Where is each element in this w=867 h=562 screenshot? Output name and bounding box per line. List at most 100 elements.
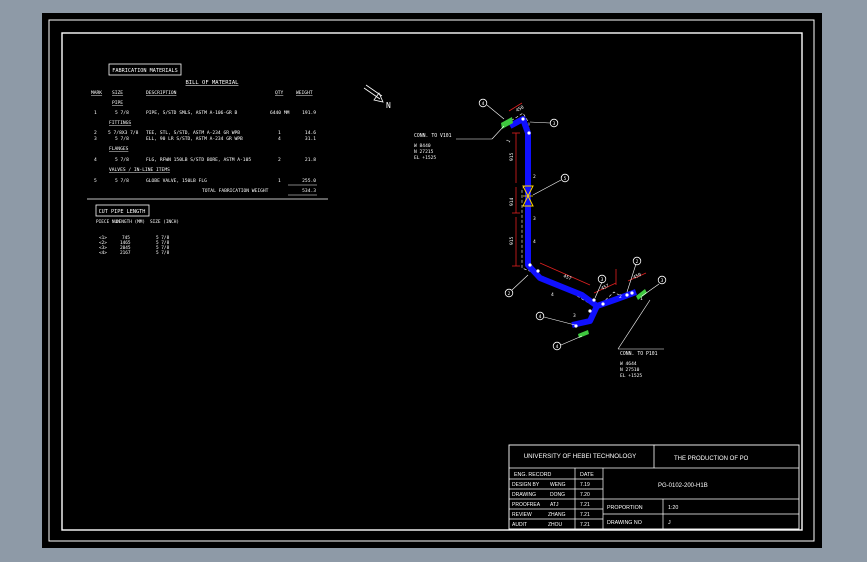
tb-row-label: AUDIT — [512, 522, 527, 528]
balloon-label: 4 — [482, 101, 485, 107]
bom-mark: 5 — [94, 178, 97, 184]
piece-mark: 4 — [533, 239, 536, 245]
tb-row-date: 7.21 — [580, 522, 590, 528]
dim-label: 914 — [509, 197, 515, 206]
bom-weight: 21.8 — [305, 157, 316, 163]
tb-row-label: REVIEW — [512, 512, 532, 518]
balloon-label: 3 — [553, 121, 556, 127]
drawing-id: PG-0102-200-H1B — [658, 483, 708, 489]
bom-mark: 3 — [94, 136, 97, 142]
cut-length: 2167 — [120, 250, 131, 256]
weld-point — [521, 117, 525, 121]
bom-qty: 2 — [278, 157, 281, 163]
balloon-label: 4 — [539, 314, 542, 320]
dim-label: 915 — [509, 152, 515, 161]
university-label: UNIVERSITY OF HEBEI TECHNOLOGY — [524, 453, 637, 460]
bom-total-label: TOTAL FABRICATION WEIGHT — [202, 188, 269, 194]
balloon-label: 5 — [564, 176, 567, 182]
piece-mark: 1 — [506, 138, 513, 144]
dim-label: 450 — [632, 272, 642, 281]
connection-note-lower: CONN. TO P101 W 4644 N 27510 EL +1525 — [617, 299, 664, 379]
cad-viewport[interactable]: FABRICATION MATERIALS BILL OF MATERIAL M… — [42, 13, 822, 548]
conn-upper-title: CONN. TO V101 — [414, 133, 452, 139]
conn-upper-line: N 27215 — [414, 149, 434, 155]
weld-point — [625, 293, 629, 297]
bom-weight: 255.0 — [302, 178, 316, 184]
cut-head-length: LENGTH (MM) — [116, 219, 145, 225]
bom-weight: 191.9 — [302, 110, 316, 116]
dim-label: 915 — [509, 236, 515, 245]
bom-mark: 4 — [94, 157, 97, 163]
balloon-label: 3 — [601, 277, 604, 283]
piece-mark: 3 — [573, 313, 576, 319]
dim-label: 450 — [515, 104, 525, 113]
dim-label: 457 — [562, 273, 572, 282]
tb-row-label: PROOFREA — [512, 502, 541, 508]
bom-title: BILL OF MATERIAL — [186, 80, 240, 86]
bom-head-mark: MARK — [91, 90, 102, 96]
piece-mark: 3 — [533, 216, 536, 222]
tb-row-label: DRAWING — [512, 492, 536, 498]
bom-qty: 4 — [278, 136, 281, 142]
conn-lower-line: N 27510 — [620, 367, 640, 373]
cut-piece: <4> — [99, 250, 107, 256]
drawing-no-label: DRAWING NO — [607, 520, 642, 526]
bom-section-label: PIPE — [112, 100, 123, 106]
piece-mark: 2 — [533, 174, 536, 180]
tb-row-name: WENG — [550, 482, 566, 488]
connection-note-upper: CONN. TO V101 W 8440 N 27215 EL +1525 — [414, 125, 505, 161]
conn-lower-line: W 4644 — [620, 361, 637, 367]
drawing-no-value: J — [668, 520, 671, 526]
cut-head-size: SIZE (INCH) — [150, 219, 179, 225]
cut-pipe-length-table: CUT PIPE LENGTH PIECE NUM LENGTH (MM) SI… — [95, 204, 179, 256]
balloon-callouts: 4 3 5 2 3 2 3 4 4 — [478, 98, 667, 351]
bom-size: 5 7/8 — [115, 157, 129, 163]
bom-size: 5 7/8 — [115, 136, 129, 142]
bom-size: 5 7/8X3 7/8 — [108, 130, 139, 136]
bom-head-weight: WEIGHT — [296, 90, 313, 96]
proportion-value: 1:20 — [668, 505, 678, 511]
tb-row-date: 7.21 — [580, 502, 590, 508]
bom-weight: 14.6 — [305, 130, 316, 136]
bill-of-material: FABRICATION MATERIALS BILL OF MATERIAL M… — [87, 63, 328, 200]
tb-row-name: ATJ — [550, 502, 559, 508]
dim-label: 457 — [600, 283, 610, 292]
bom-desc: TEE, STL, S/STD, ASTM A-234 GR WPB — [146, 130, 240, 136]
balloon-label: 2 — [508, 291, 511, 297]
bom-mark: 2 — [94, 130, 97, 136]
bom-section-label: FLANGES — [109, 146, 129, 152]
tb-row-date: 7.20 — [580, 492, 590, 498]
weld-point — [527, 131, 531, 135]
bom-size: 5 7/8 — [115, 178, 129, 184]
bom-total-value: 534.3 — [302, 188, 316, 194]
north-arrow: N — [363, 84, 391, 110]
bom-section-label: FITTINGS — [109, 120, 131, 126]
cut-badge: CUT PIPE LENGTH — [99, 209, 146, 215]
piece-mark: 1 — [640, 296, 643, 302]
piece-mark: 4 — [551, 292, 554, 298]
balloon-label: 4 — [556, 344, 559, 350]
conn-lower-title: CONN. TO P101 — [620, 351, 658, 357]
conn-upper-line: W 8440 — [414, 143, 431, 149]
production-label: THE PRODUCTION OF PO — [674, 456, 749, 462]
weld-point — [588, 309, 592, 313]
drawing-sheet: FABRICATION MATERIALS BILL OF MATERIAL M… — [48, 19, 815, 542]
tb-row-label: DESIGN BY — [512, 482, 540, 488]
bom-head-desc: DESCRIPTION — [146, 90, 177, 96]
weld-point — [592, 298, 596, 302]
bom-weight: 31.1 — [305, 136, 316, 142]
proportion-label: PROPORTION — [607, 505, 643, 511]
north-label: N — [386, 101, 391, 110]
weld-point — [528, 263, 532, 267]
bom-qty: 6440 MM — [270, 110, 290, 116]
tb-row-name: ZHOU — [548, 522, 563, 528]
tb-row-date: 7.19 — [580, 482, 590, 488]
tb-col-record: ENG. RECORD — [514, 472, 552, 478]
conn-upper-line: EL +1525 — [414, 155, 436, 161]
bom-qty: 1 — [278, 130, 281, 136]
bom-desc: GLOBE VALVE, 150LB FLG — [146, 178, 207, 184]
bom-desc: FLG, RFWN 150LB S/STD BORE, ASTM A-105 — [146, 157, 251, 163]
bom-desc: ELL, 90 LR S/STD, ASTM A-234 GR WPB — [146, 136, 243, 142]
tb-row-name: DONG — [550, 492, 565, 498]
balloon-label: 3 — [661, 278, 664, 284]
